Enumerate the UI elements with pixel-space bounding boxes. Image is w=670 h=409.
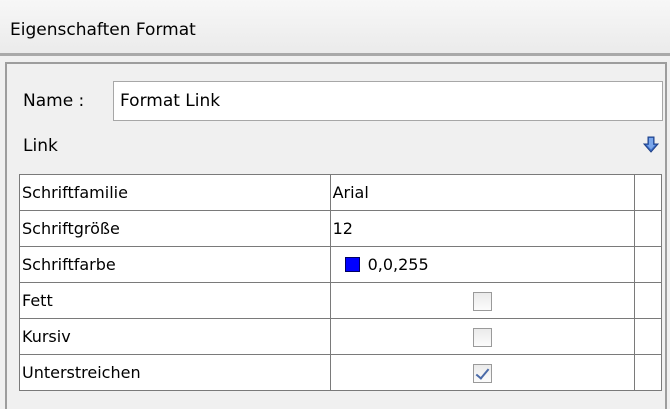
table-row: Schriftfarbe 0,0,255 [19, 246, 662, 283]
section-label: Link [23, 136, 58, 156]
table-row: Unterstreichen [19, 354, 662, 391]
unterstreichen-checkbox[interactable] [472, 363, 492, 383]
property-value [329, 354, 636, 391]
format-panel: Name : Link Schriftfamilie Arial Schrift… [5, 62, 667, 409]
table-row: Kursiv [19, 318, 662, 355]
property-name: Schriftfamilie [19, 174, 331, 211]
properties-table: Schriftfamilie Arial Schriftgröße 12 Sch… [19, 174, 662, 391]
name-input[interactable] [113, 81, 663, 121]
property-value-text: 12 [332, 219, 353, 238]
arrow-down-icon[interactable] [642, 136, 660, 154]
property-value-text: Arial [332, 183, 369, 202]
color-swatch[interactable] [344, 257, 360, 272]
kursiv-checkbox[interactable] [472, 327, 492, 347]
property-extra-cell [634, 210, 662, 247]
property-name: Schriftfarbe [19, 246, 331, 283]
property-extra-cell [634, 174, 662, 211]
fett-checkbox[interactable] [472, 291, 492, 311]
property-value-text: 0,0,255 [367, 255, 429, 274]
property-extra-cell [634, 354, 662, 391]
property-value[interactable]: 0,0,255 [329, 246, 636, 283]
property-value[interactable]: Arial [329, 174, 636, 211]
header-title: Eigenschaften Format [10, 20, 196, 40]
table-row: Fett [19, 282, 662, 319]
property-name: Unterstreichen [19, 354, 331, 391]
property-extra-cell [634, 282, 662, 319]
table-row: Schriftfamilie Arial [19, 174, 662, 211]
properties-header: Eigenschaften Format [0, 0, 670, 56]
name-label: Name : [23, 91, 85, 111]
property-value [329, 318, 636, 355]
table-row: Schriftgröße 12 [19, 210, 662, 247]
property-name: Kursiv [19, 318, 331, 355]
property-value[interactable]: 12 [329, 210, 636, 247]
property-name: Fett [19, 282, 331, 319]
property-extra-cell [634, 246, 662, 283]
property-value [329, 282, 636, 319]
property-extra-cell [634, 318, 662, 355]
property-name: Schriftgröße [19, 210, 331, 247]
